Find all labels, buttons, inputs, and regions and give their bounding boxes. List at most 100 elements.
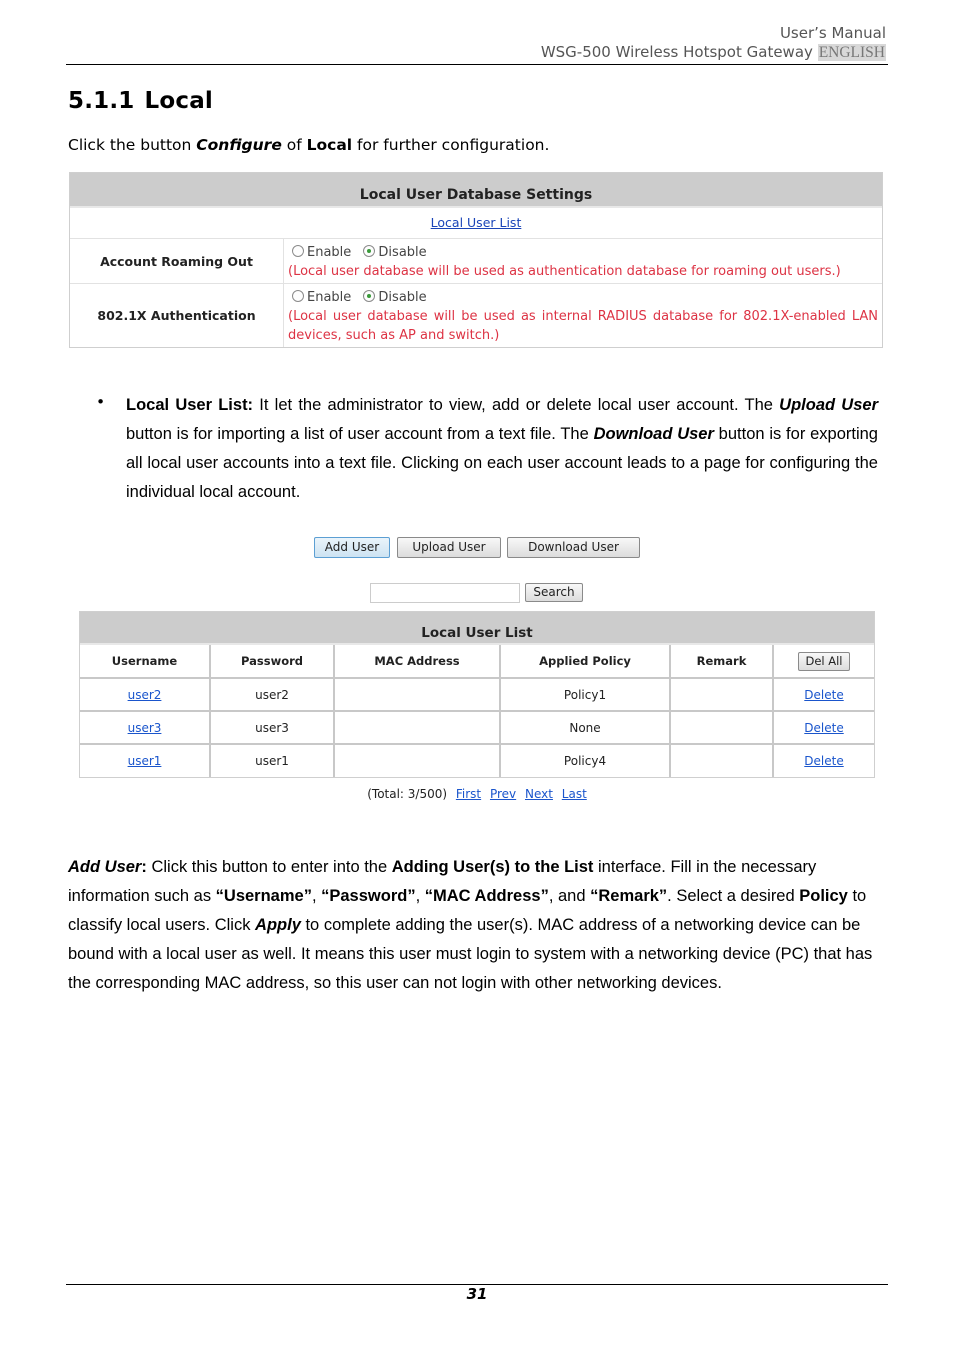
header-divider	[66, 64, 888, 65]
mac-address-cell	[334, 678, 501, 712]
field-username: “Username”	[215, 887, 312, 905]
local-user-database-settings-panel: Local User Database Settings Local User …	[69, 172, 883, 348]
del-all-button[interactable]: Del All	[798, 651, 850, 671]
header-product-name: WSG-500 Wireless Hotspot Gateway	[540, 43, 813, 61]
bullet-text-2: button is for importing a list of user a…	[126, 425, 594, 443]
remark-cell	[670, 711, 774, 745]
comma-and: , and	[548, 887, 591, 905]
bullet-upload-user: Upload User	[779, 396, 878, 414]
table-row: user2 user2 Policy1 Delete	[80, 678, 874, 712]
intro-of: of	[281, 136, 307, 154]
page-number: 31	[466, 1285, 488, 1303]
password-cell: user2	[210, 678, 335, 712]
add-user-apply: Apply	[255, 916, 301, 934]
intro-prefix: Click the button	[68, 136, 197, 154]
user-list-header-row: Username Password MAC Address Applied Po…	[80, 645, 874, 679]
remark-cell	[670, 678, 774, 712]
settings-link-row: Local User List	[70, 208, 882, 239]
mac-address-cell	[334, 711, 501, 745]
bullet-lead: Local User List:	[126, 396, 254, 414]
search-input[interactable]	[370, 583, 520, 603]
local-user-list-link[interactable]: Local User List	[431, 215, 522, 230]
8021x-authentication-label: 802.1X Authentication	[70, 284, 284, 347]
add-user-button[interactable]: Add User	[314, 537, 390, 558]
account-roaming-out-label: Account Roaming Out	[70, 239, 284, 283]
8021x-authentication-options: Enable Disable	[288, 288, 878, 307]
username-link[interactable]: user1	[128, 754, 162, 768]
username-cell: user2	[80, 678, 211, 712]
download-user-button[interactable]: Download User	[507, 537, 640, 558]
field-mac-address: “MAC Address”	[424, 887, 549, 905]
add-user-adding: Adding User(s) to the List	[391, 858, 594, 876]
8021x-authentication-row: 802.1X Authentication Enable Disable (Lo…	[70, 284, 882, 347]
applied-policy-cell: Policy4	[500, 744, 671, 777]
local-user-list-panel: Local User List Username Password MAC Ad…	[79, 611, 875, 778]
username-link[interactable]: user3	[128, 721, 162, 735]
disable-label: Disable	[378, 290, 427, 305]
enable-label: Enable	[307, 245, 352, 260]
section-number: 5.1.1	[68, 88, 135, 114]
search-button[interactable]: Search	[525, 583, 583, 602]
header-product-line: WSG-500 Wireless Hotspot Gateway ENGLISH	[541, 43, 886, 62]
field-remark: “Remark”	[590, 887, 668, 905]
username-link[interactable]: user2	[128, 688, 162, 702]
password-cell: user1	[210, 744, 335, 777]
user-list-table: Username Password MAC Address Applied Po…	[80, 645, 874, 777]
delete-link[interactable]: Delete	[804, 754, 843, 768]
username-cell: user3	[80, 711, 211, 745]
8021x-authentication-note: (Local user database will be used as int…	[288, 309, 878, 343]
account-roaming-out-note: (Local user database will be used as aut…	[288, 264, 841, 279]
column-header-remark: Remark	[670, 645, 774, 679]
applied-policy-cell: Policy1	[500, 678, 671, 712]
account-roaming-out-value: Enable Disable (Local user database will…	[284, 239, 882, 283]
column-header-username: Username	[80, 645, 211, 679]
add-user-lead: Add User	[68, 858, 142, 876]
upload-user-button[interactable]: Upload User	[397, 537, 501, 558]
add-user-text-1: Click this button to enter into the	[146, 858, 392, 876]
header-language: ENGLISH	[817, 44, 886, 61]
user-list-title: Local User List	[80, 612, 874, 645]
running-header: User’s Manual WSG-500 Wireless Hotspot G…	[541, 24, 886, 62]
table-row: user1 user1 Policy4 Delete	[80, 744, 874, 777]
pagination-prev-link[interactable]: Prev	[490, 787, 516, 801]
delete-link[interactable]: Delete	[804, 688, 843, 702]
delete-link[interactable]: Delete	[804, 721, 843, 735]
intro-text: Click the button Configure of Local for …	[68, 136, 549, 154]
username-cell: user1	[80, 744, 211, 777]
action-cell: Delete	[773, 744, 874, 777]
comma: ,	[311, 887, 322, 905]
account-roaming-out-disable-radio[interactable]	[363, 245, 376, 257]
pagination: (Total: 3/500) First Prev Next Last	[0, 787, 954, 801]
intro-configure: Configure	[196, 136, 282, 154]
mac-address-cell	[334, 744, 501, 777]
disable-label: Disable	[378, 245, 427, 260]
column-header-applied-policy: Applied Policy	[500, 645, 671, 679]
field-password: “Password”	[321, 887, 416, 905]
table-row: user3 user3 None Delete	[80, 711, 874, 745]
8021x-enable-radio[interactable]	[292, 290, 304, 302]
bullet-marker: •	[96, 393, 106, 411]
account-roaming-out-enable-radio[interactable]	[292, 245, 304, 257]
local-user-list-description: Local User List: It let the administrato…	[126, 391, 878, 507]
pagination-first-link[interactable]: First	[456, 787, 481, 801]
bullet-text-1: It let the administrator to view, add or…	[253, 396, 780, 414]
comma: ,	[415, 887, 425, 905]
intro-suffix: for further configuration.	[352, 136, 550, 154]
8021x-disable-radio[interactable]	[363, 290, 376, 302]
section-title: Local	[144, 88, 213, 114]
column-header-mac-address: MAC Address	[334, 645, 501, 679]
pagination-last-link[interactable]: Last	[562, 787, 587, 801]
password-cell: user3	[210, 711, 335, 745]
section-heading: 5.1.1 Local	[68, 88, 213, 114]
account-roaming-out-options: Enable Disable	[288, 243, 878, 262]
intro-local: Local	[306, 136, 353, 154]
add-user-text-3: . Select a desired	[667, 887, 800, 905]
remark-cell	[670, 744, 774, 777]
pagination-total: (Total: 3/500)	[367, 787, 448, 801]
8021x-authentication-value: Enable Disable (Local user database will…	[284, 284, 882, 347]
action-cell: Delete	[773, 678, 874, 712]
pagination-next-link[interactable]: Next	[525, 787, 553, 801]
account-roaming-out-row: Account Roaming Out Enable Disable (Loca…	[70, 239, 882, 284]
header-manual-title: User’s Manual	[779, 24, 886, 42]
action-cell: Delete	[773, 711, 874, 745]
